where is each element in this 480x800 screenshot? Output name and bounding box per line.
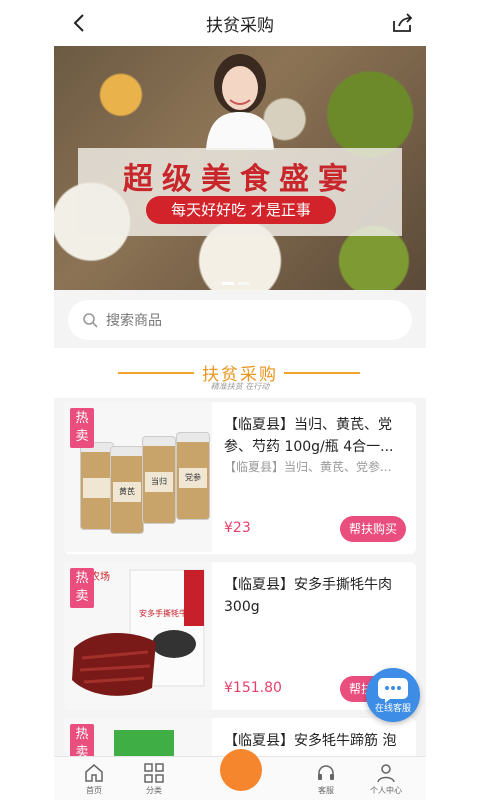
girl-illustration xyxy=(206,54,274,150)
section-header: 扶贫采购 精准扶贫 在行动 xyxy=(54,348,426,398)
hot-badge: 热卖 xyxy=(70,568,94,608)
product-image: 黄芪 当归 党参 热卖 xyxy=(64,402,212,552)
search-icon xyxy=(83,313,98,328)
jar-label: 当归 xyxy=(145,472,173,492)
banner-slogan: 每天好好吃 才是正事 xyxy=(146,196,336,224)
tab-home[interactable]: 首页 xyxy=(70,761,118,796)
top-header: 扶贫采购 xyxy=(54,0,426,46)
tab-profile[interactable]: 个人中心 xyxy=(362,761,410,796)
section-subtitle: 精准扶贫 在行动 xyxy=(210,382,270,391)
tab-label: 分类 xyxy=(146,786,162,795)
buy-button[interactable]: 帮扶购买 xyxy=(340,516,406,542)
page-title: 扶贫采购 xyxy=(206,15,274,36)
grid-icon xyxy=(144,763,164,783)
product-card[interactable]: 农场 安多手撕牦牛肉 热卖 【临夏县】安多手撕牦牛肉300g ¥151.80 帮… xyxy=(64,562,416,710)
banner-dot-active[interactable] xyxy=(222,282,234,285)
back-arrow-icon xyxy=(73,14,84,32)
product-name-line1: 【临夏县】安多牦牛蹄筋 泡 xyxy=(224,733,397,749)
share-icon xyxy=(393,13,413,32)
share-button[interactable] xyxy=(390,10,416,36)
user-icon xyxy=(377,764,395,783)
back-button[interactable] xyxy=(66,10,92,36)
tab-label: 个人中心 xyxy=(370,786,402,795)
product-image: 农场 安多手撕牦牛肉 热卖 xyxy=(64,562,212,710)
chat-icon xyxy=(378,678,408,703)
product-desc: 【临夏县】当归、黄芪、党参... xyxy=(224,460,392,474)
promo-banner[interactable]: 超级美食盛宴 每天好好吃 才是正事 xyxy=(54,46,426,290)
product-name: 【临夏县】安多手撕牦牛肉300g xyxy=(224,577,392,615)
hot-badge: 热卖 xyxy=(70,408,94,448)
product-price: ¥151.80 xyxy=(224,680,282,696)
jar-label: 党参 xyxy=(179,468,207,488)
search-placeholder: 搜索商品 xyxy=(106,313,162,329)
product-name: 【临夏县】当归、黄芪、党参、芍药 100g/瓶 4合一... xyxy=(224,417,394,455)
bottom-tab-bar: 首页 分类 客服 个人中心 xyxy=(54,749,426,800)
jar-label: 黄芪 xyxy=(113,482,141,502)
tab-service[interactable]: 客服 xyxy=(302,761,350,796)
tab-label: 首页 xyxy=(86,786,102,795)
jar-graphic: 党参 xyxy=(176,432,210,520)
package-label: 安多手撕牦牛肉 xyxy=(139,609,195,618)
jar-graphic: 黄芪 xyxy=(110,446,144,534)
center-tab-button[interactable] xyxy=(220,749,262,791)
headset-icon xyxy=(318,765,334,780)
jar-graphic: 当归 xyxy=(142,436,176,524)
banner-pagination xyxy=(222,282,250,285)
tab-label: 客服 xyxy=(318,786,334,795)
tab-category[interactable]: 分类 xyxy=(130,761,178,796)
banner-dot[interactable] xyxy=(238,282,250,285)
online-service-button[interactable]: 在线客服 xyxy=(366,668,420,722)
product-price: ¥23 xyxy=(224,520,251,536)
service-label: 在线客服 xyxy=(374,704,411,714)
jar-graphic xyxy=(80,442,114,530)
search-input[interactable]: 搜索商品 xyxy=(68,300,412,340)
phone-screen: 扶贫采购 超级美食盛宴 每天好好吃 才是正事 搜索商品 扶贫采购 精准扶贫 在行… xyxy=(54,0,426,800)
banner-headline: 超级美食盛宴 xyxy=(123,162,357,197)
jar-label xyxy=(83,478,111,498)
home-icon xyxy=(85,764,103,782)
product-card[interactable]: 黄芪 当归 党参 热卖 【临夏县】当归、黄芪、党参、芍药 100g/瓶 4合一.… xyxy=(64,402,416,554)
